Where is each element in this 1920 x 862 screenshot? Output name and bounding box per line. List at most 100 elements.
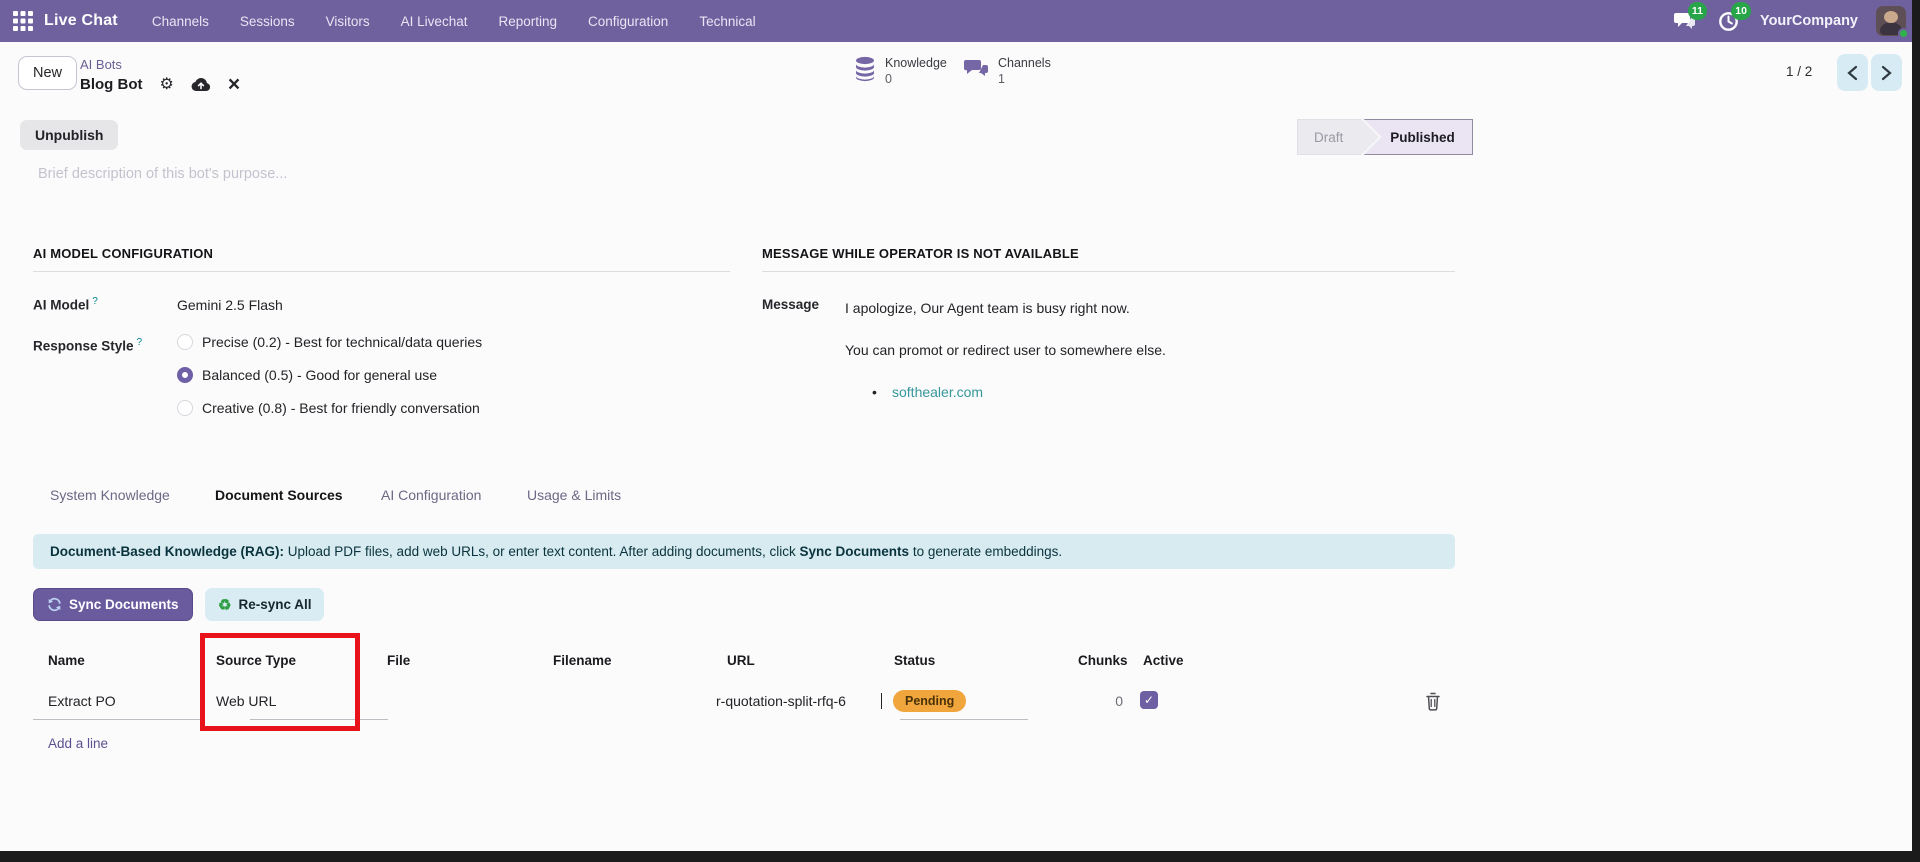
- resync-all-button[interactable]: ♻ Re-sync All: [205, 588, 325, 621]
- column-header-active[interactable]: Active: [1143, 653, 1184, 668]
- operator-message-section-title: MESSAGE WHILE OPERATOR IS NOT AVAILABLE: [762, 246, 1455, 272]
- delete-trash-icon[interactable]: [1424, 691, 1442, 711]
- pager-next-button[interactable]: [1871, 54, 1902, 91]
- banner-bold-intro: Document-Based Knowledge (RAG):: [50, 544, 285, 559]
- online-status-dot: [1898, 28, 1909, 39]
- banner-bold-mid: Sync Documents: [799, 544, 910, 559]
- stage-draft[interactable]: Draft: [1297, 119, 1364, 155]
- cell-source-type[interactable]: Web URL: [216, 693, 276, 709]
- nav-item-configuration[interactable]: Configuration: [588, 14, 668, 29]
- activities-clock-icon[interactable]: 10: [1716, 2, 1751, 34]
- stat-knowledge-value: 0: [885, 72, 892, 86]
- radio-icon: [177, 334, 193, 350]
- radio-option-precise[interactable]: Precise (0.2) - Best for technical/data …: [177, 334, 482, 350]
- nav-item-technical[interactable]: Technical: [699, 14, 755, 29]
- stat-knowledge-label: Knowledge: [885, 56, 947, 70]
- nav-item-ai-livechat[interactable]: AI Livechat: [401, 14, 468, 29]
- pager-value: 1 / 2: [1786, 64, 1813, 79]
- breadcrumb-current: Blog Bot: [80, 76, 143, 93]
- column-header-name[interactable]: Name: [48, 653, 85, 668]
- stage-published-label: Published: [1390, 129, 1455, 145]
- apps-grid-icon[interactable]: [13, 11, 33, 31]
- input-underline: [900, 719, 1028, 720]
- stat-button-channels[interactable]: Channels 1: [964, 56, 1051, 86]
- response-style-label: Response Style?: [33, 337, 143, 354]
- add-a-line-link[interactable]: Add a line: [48, 736, 108, 751]
- radio-checked-icon: [177, 367, 193, 383]
- nav-item-reporting[interactable]: Reporting: [498, 14, 557, 29]
- description-field[interactable]: Brief description of this bot's purpose.…: [38, 166, 287, 182]
- bullet-marker: •: [872, 384, 877, 400]
- radio-icon: [177, 400, 193, 416]
- radio-option-creative[interactable]: Creative (0.8) - Best for friendly conve…: [177, 400, 480, 416]
- ai-model-label: AI Model?: [33, 296, 98, 313]
- nav-menu: Channels Sessions Visitors AI Livechat R…: [152, 14, 756, 29]
- messages-icon[interactable]: 11: [1672, 2, 1707, 34]
- breadcrumb: Blog Bot ⚙ ×: [80, 74, 240, 95]
- column-header-filename[interactable]: Filename: [553, 653, 612, 668]
- sync-refresh-icon: [48, 597, 61, 612]
- tab-ai-configuration[interactable]: AI Configuration: [381, 487, 481, 503]
- help-marker-icon: ?: [92, 296, 98, 307]
- new-button[interactable]: New: [18, 56, 78, 90]
- company-switcher[interactable]: YourCompany: [1760, 13, 1858, 29]
- nav-item-sessions[interactable]: Sessions: [240, 14, 295, 29]
- nav-item-channels[interactable]: Channels: [152, 14, 209, 29]
- database-icon: [856, 56, 874, 82]
- nav-right-zone: 11 10 YourCompany: [1672, 2, 1920, 39]
- rag-info-banner: Document-Based Knowledge (RAG): Upload P…: [33, 534, 1455, 569]
- banner-text-1: Upload PDF files, add web URLs, or enter…: [284, 544, 800, 559]
- chevron-right-icon: [1881, 65, 1892, 80]
- breadcrumb-parent[interactable]: AI Bots: [80, 57, 122, 72]
- cell-name[interactable]: Extract PO: [48, 693, 116, 709]
- tab-usage-limits[interactable]: Usage & Limits: [527, 487, 621, 503]
- message-line-2[interactable]: You can promot or redirect user to somew…: [845, 342, 1166, 358]
- stage-draft-label: Draft: [1314, 129, 1344, 145]
- active-checkbox[interactable]: ✓: [1140, 691, 1158, 709]
- status-badge: Pending: [893, 690, 967, 712]
- stat-channels-label: Channels: [998, 56, 1051, 70]
- banner-text-2: to generate embeddings.: [909, 544, 1063, 559]
- softhealer-link[interactable]: softhealer.com: [892, 384, 983, 400]
- help-marker-icon: ?: [136, 337, 143, 348]
- radio-option-balanced[interactable]: Balanced (0.5) - Good for general use: [177, 367, 437, 383]
- column-header-chunks[interactable]: Chunks: [1078, 653, 1128, 668]
- cell-url-input[interactable]: r-quotation-split-rfq-6: [716, 693, 882, 709]
- cloud-save-icon[interactable]: [191, 77, 211, 92]
- activities-count-badge: 10: [1731, 2, 1751, 20]
- ai-model-value[interactable]: Gemini 2.5 Flash: [177, 297, 283, 313]
- pager-previous-button[interactable]: [1837, 54, 1868, 91]
- gear-icon[interactable]: ⚙: [159, 76, 173, 93]
- recycle-icon: ♻: [218, 596, 232, 614]
- column-header-source-type[interactable]: Source Type: [216, 653, 296, 668]
- input-underline: [33, 719, 205, 720]
- unpublish-button[interactable]: Unpublish: [20, 120, 119, 150]
- message-line-1[interactable]: I apologize, Our Agent team is busy righ…: [845, 300, 1130, 316]
- tab-document-sources[interactable]: Document Sources: [215, 487, 343, 503]
- ai-configuration-section-title: AI MODEL CONFIGURATION: [33, 246, 730, 272]
- window-edge-right: [1912, 0, 1920, 862]
- app-name[interactable]: Live Chat: [44, 12, 118, 30]
- livechat-app-screen: Live Chat Channels Sessions Visitors AI …: [0, 0, 1920, 862]
- cell-chunks: 0: [1115, 693, 1123, 709]
- user-avatar[interactable]: [1876, 6, 1909, 39]
- column-header-file[interactable]: File: [387, 653, 410, 668]
- window-edge-bottom: [0, 851, 1920, 862]
- top-navbar: Live Chat Channels Sessions Visitors AI …: [0, 0, 1920, 42]
- tab-system-knowledge[interactable]: System Knowledge: [50, 487, 170, 503]
- messages-count-badge: 11: [1687, 2, 1707, 20]
- message-label: Message: [762, 297, 820, 312]
- statusbar: Draft Published: [1297, 119, 1473, 155]
- stat-button-knowledge[interactable]: Knowledge 0: [853, 56, 947, 86]
- avatar-face: [1884, 11, 1898, 23]
- input-underline: [250, 719, 388, 720]
- discard-close-icon[interactable]: ×: [228, 74, 240, 95]
- chevron-left-icon: [1847, 65, 1858, 80]
- chat-bubbles-icon: [964, 60, 988, 76]
- column-header-url[interactable]: URL: [727, 653, 755, 668]
- stat-channels-value: 1: [998, 72, 1005, 86]
- nav-item-visitors[interactable]: Visitors: [326, 14, 370, 29]
- column-header-status[interactable]: Status: [894, 653, 935, 668]
- red-highlight-box: [200, 633, 360, 731]
- sync-documents-button[interactable]: Sync Documents: [33, 588, 193, 621]
